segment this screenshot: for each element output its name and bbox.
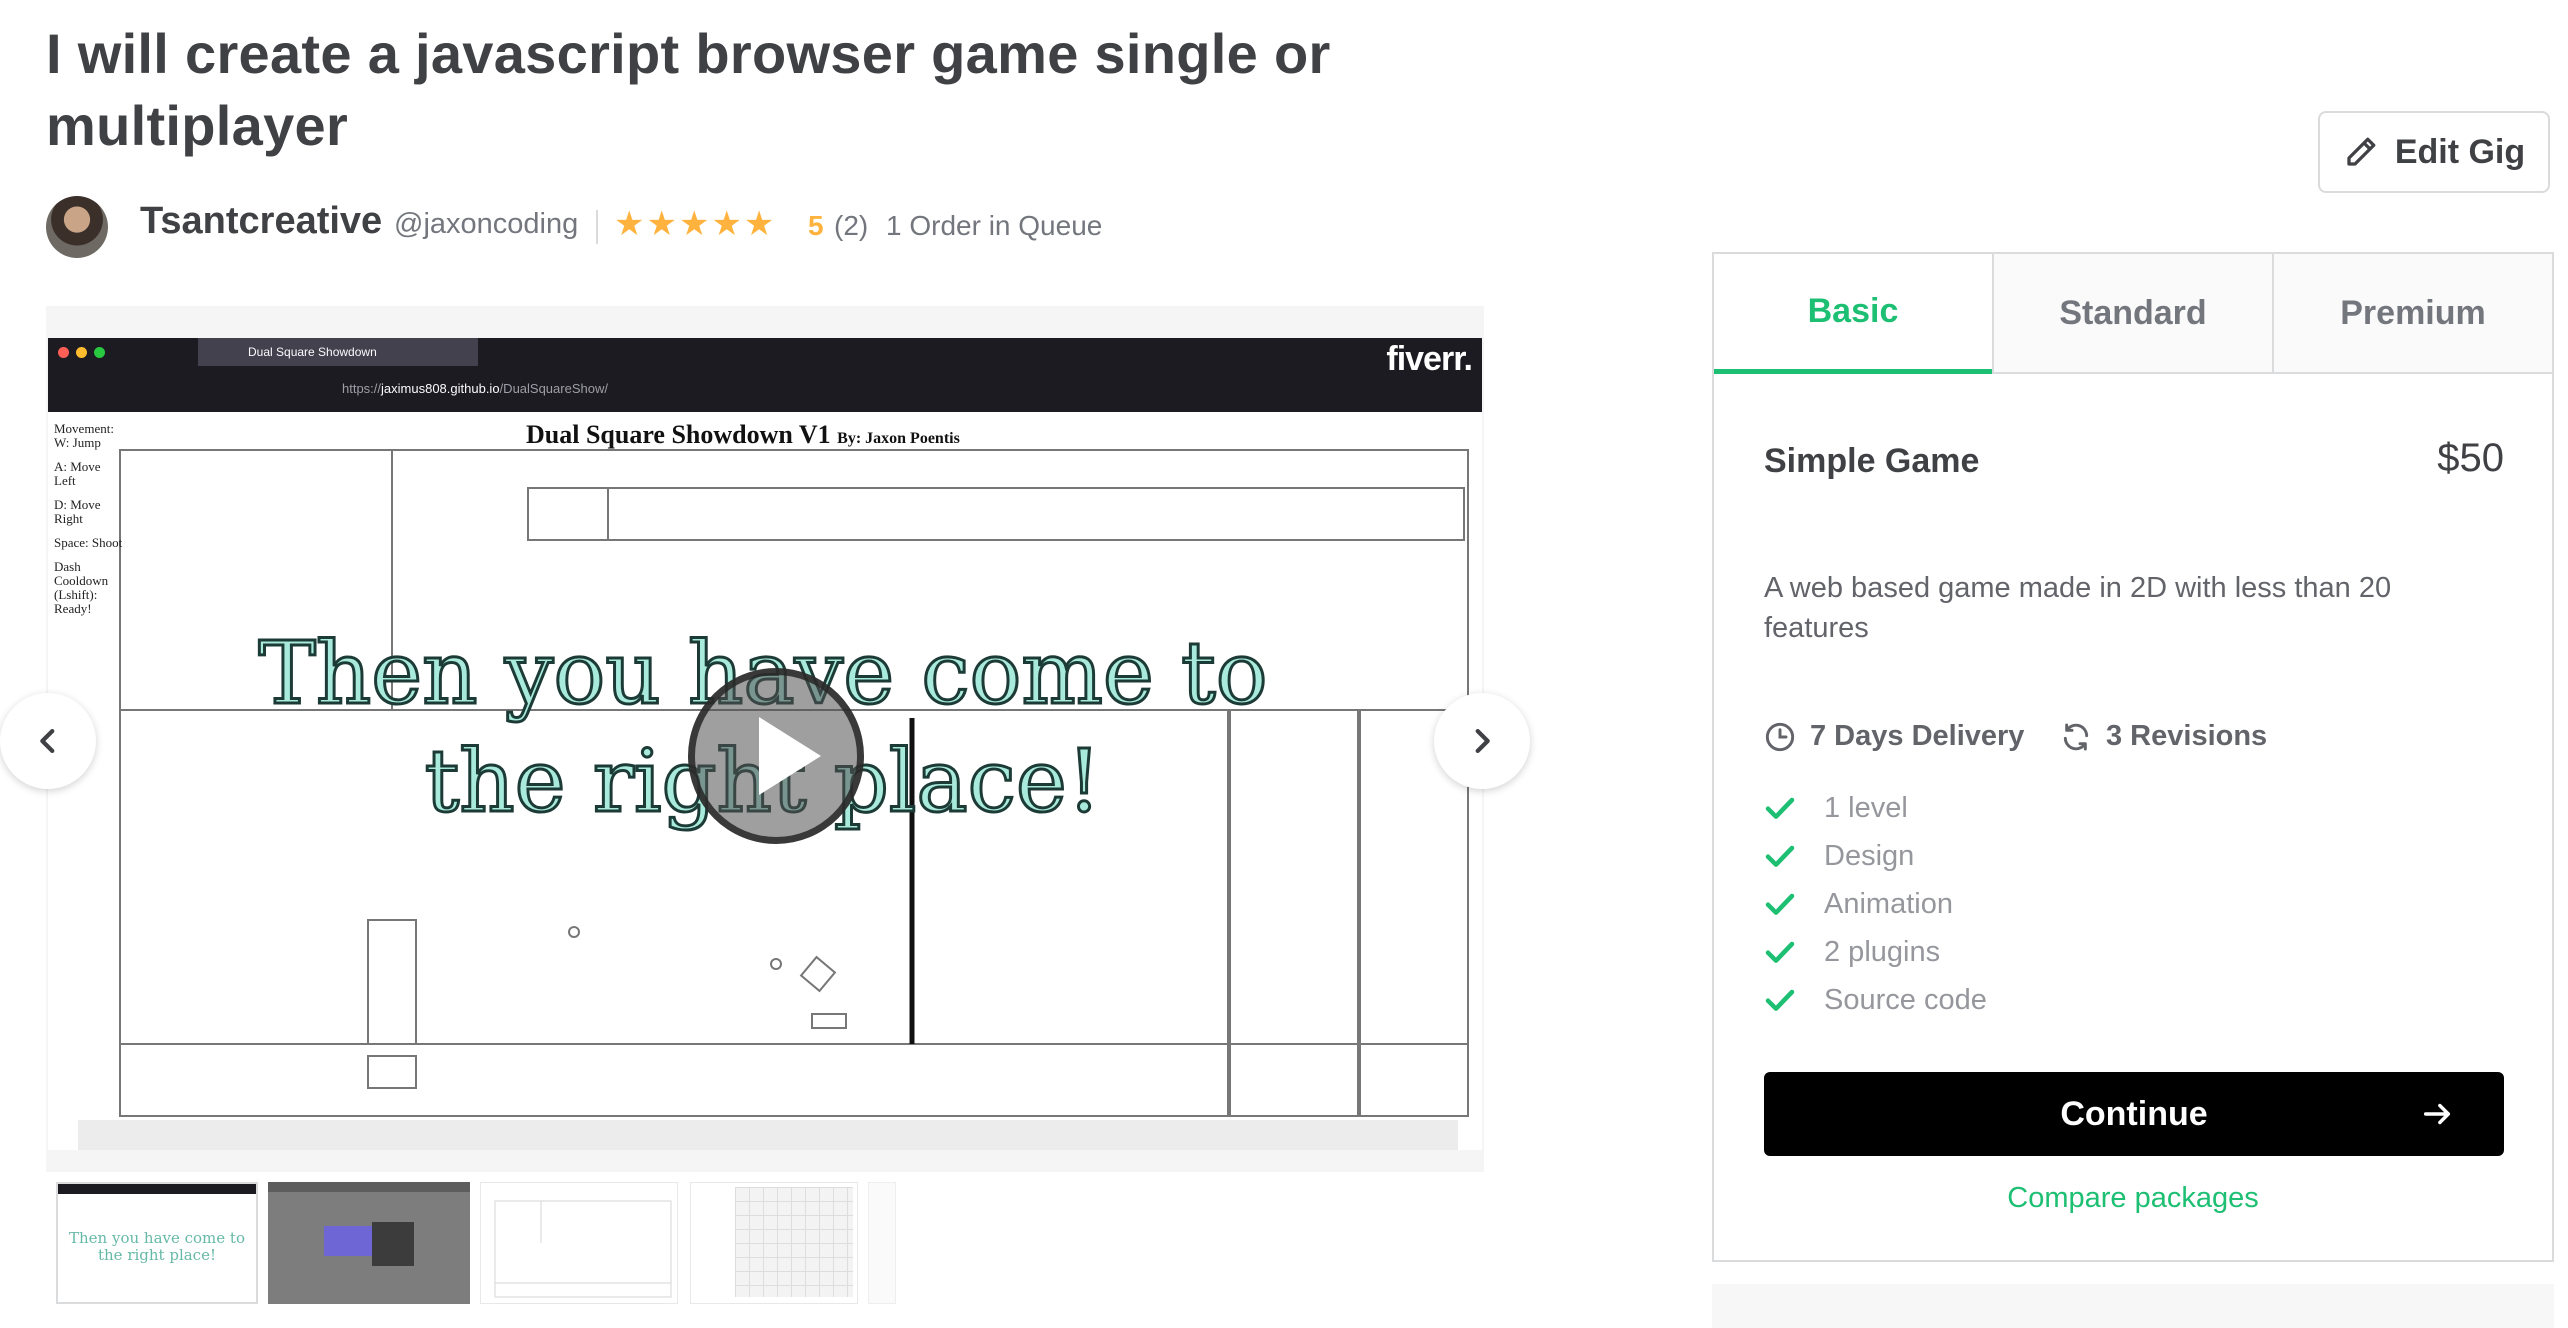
rating-count[interactable]: (2) [834,210,868,242]
seller-handle: @jaxoncoding [394,208,579,240]
tab-standard[interactable]: Standard [1992,254,2272,374]
thumbnail-caption: Then you have come to the right place! [69,1229,245,1264]
edit-gig-button[interactable]: Edit Gig [2318,111,2550,193]
package-name: Simple Game [1764,442,1980,480]
chevron-left-icon [40,728,55,754]
divider [596,210,598,244]
package-tabs: Basic Standard Premium [1714,254,2552,374]
check-icon [1765,845,1795,867]
feature-item: Design [1764,832,1987,880]
package-price: $50 [2437,436,2504,480]
arrow-right-icon [2423,1103,2451,1125]
feature-list: 1 level Design Animation 2 plugins Sourc… [1764,784,1987,1024]
play-icon[interactable] [688,668,864,844]
seller-name[interactable]: Tsantcreative [140,200,382,243]
refresh-icon [2063,723,2089,750]
check-icon [1765,893,1795,915]
edit-gig-label: Edit Gig [2394,132,2526,171]
clock-icon [1765,722,1795,751]
continue-button[interactable]: Continue [1764,1072,2504,1156]
gallery-next-button[interactable] [1434,693,1530,789]
game-heading: Dual Square Showdown V1 By: Jaxon Poenti… [526,420,960,449]
thumbnail-game-preview [494,1200,672,1298]
gallery-thumbnail[interactable]: Then you have come to the right place! [56,1182,258,1304]
check-icon [1765,797,1795,819]
orders-in-queue: 1 Order in Queue [886,210,1103,241]
game-controls-legend: Movement: W: Jump A: Move Left D: Move R… [54,421,123,616]
check-icon [1765,941,1795,963]
package-card: Basic Standard Premium Simple Game $50 A… [1712,252,2554,1262]
gallery-thumbnail[interactable] [868,1182,896,1304]
chevron-right-icon [1475,728,1490,754]
tab-basic[interactable]: Basic [1714,254,1992,374]
gallery-prev-button[interactable] [0,693,96,789]
feature-item: 1 level [1764,784,1987,832]
feature-item: 2 plugins [1764,928,1987,976]
package-description: A web based game made in 2D with less th… [1764,572,2392,644]
gallery-thumbnail[interactable] [480,1182,678,1304]
delivery-time: 7 Days Delivery [1764,720,2024,753]
tab-premium[interactable]: Premium [2272,254,2552,374]
revisions-count: 3 Revisions [2060,720,2267,753]
gallery-thumbnail[interactable] [690,1182,858,1304]
check-icon [1765,989,1795,1011]
compare-packages-link[interactable]: Compare packages [1714,1182,2552,1215]
rating-score: 5 [808,210,824,241]
gallery-thumbnail[interactable] [268,1182,470,1304]
contact-seller-panel [1712,1284,2554,1328]
gig-video[interactable]: Dual Square Showdown https://jaximus808.… [48,338,1482,1150]
feature-item: Animation [1764,880,1987,928]
continue-label: Continue [2060,1094,2208,1133]
pencil-icon [2347,137,2376,166]
feature-item: Source code [1764,976,1987,1024]
seller-avatar[interactable] [46,196,108,258]
gig-title: I will create a javascript browser game … [46,22,1331,157]
rating-stars-icon: ★★★★★ [614,205,777,243]
